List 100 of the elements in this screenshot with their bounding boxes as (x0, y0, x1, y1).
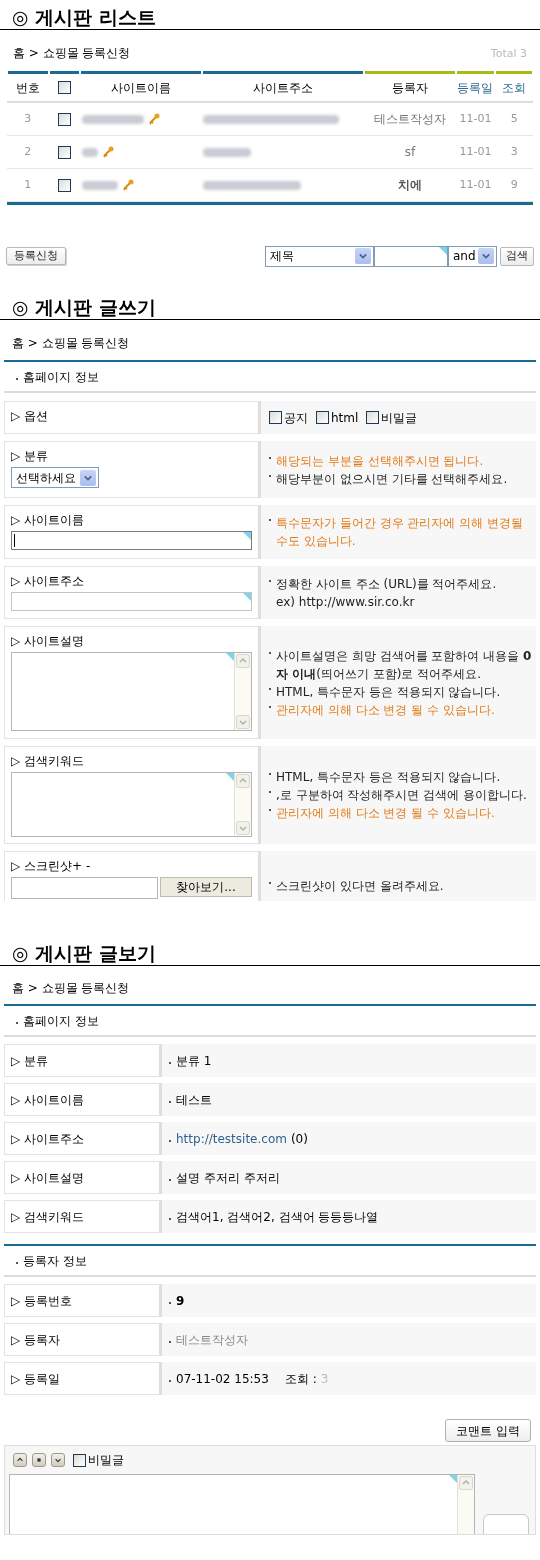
text-cursor (14, 534, 15, 547)
help-text: 관리자에 의해 다소 변경 될 수 있습니다. (276, 701, 495, 719)
scrollbar[interactable] (234, 653, 251, 730)
scroll-down-icon (236, 821, 250, 835)
scroll-down-icon (236, 715, 250, 729)
author-name: 치에 (396, 177, 423, 194)
scrollbar[interactable] (457, 1475, 474, 1534)
field-label: ▷ 사이트이름 (11, 1091, 85, 1109)
help-text: HTML, 특수문자 등은 적용되지 않습니다. (276, 769, 501, 786)
help-text: 정확한 사이트 주소 (URL)를 적어주세요. (276, 575, 497, 593)
visit-count: (0) (290, 1130, 308, 1148)
select-field[interactable]: 제목 (265, 245, 374, 267)
expand-up-button[interactable] (13, 1453, 27, 1467)
chevron-icon (355, 248, 371, 264)
scroll-up-icon (236, 654, 250, 668)
field-label: ▷ 사이트이름 (11, 513, 86, 528)
section-title: 등록자 정보 (23, 1252, 87, 1270)
corner-icon (226, 653, 234, 661)
reset-size-button[interactable] (32, 1453, 46, 1467)
site-link[interactable]: http://testsite.com (176, 1129, 287, 1148)
help-text: ,로 구분하여 작성해주시면 검색에 용이합니다. (276, 787, 527, 804)
field-label: ▷ 스크린샷+ - (11, 859, 92, 874)
checkbox[interactable] (73, 1453, 86, 1467)
column-header: 사이트이름 (111, 79, 171, 97)
browse-button[interactable]: 찾아보기... (160, 877, 252, 897)
total-count: Total 3 (490, 45, 527, 62)
help-text: 해당부분이 없으시면 기타를 선택해주세요. (276, 470, 508, 488)
section-title: 홈페이지 정보 (23, 368, 99, 386)
view-count: 9 (509, 176, 519, 193)
reset-size-icon (35, 1456, 43, 1464)
view-count: 3 (509, 143, 519, 160)
blurred-site-name (82, 180, 119, 190)
textarea-field[interactable] (11, 652, 252, 731)
chevron-icon (80, 469, 96, 486)
scrollbar[interactable] (234, 773, 251, 836)
corner-icon (449, 1475, 457, 1483)
textarea-field[interactable] (9, 1474, 475, 1534)
scroll-up-icon (236, 774, 250, 788)
checkbox[interactable] (58, 112, 72, 126)
column-header: 사이트주소 (252, 79, 313, 97)
page-title: ◎ 게시판 리스트 (12, 8, 156, 27)
field-label: ▷ 검색키워드 (11, 1208, 85, 1226)
comment-button[interactable]: 코맨트 입력 (445, 1419, 531, 1442)
text-input-field[interactable] (11, 531, 252, 550)
column-sort-link[interactable]: 등록일 (457, 78, 494, 97)
expand-down-icon (54, 1456, 62, 1464)
column-header: 번호 (15, 79, 40, 97)
field-label: ▷ 등록일 (11, 1370, 61, 1388)
author-name: 테스트작성자 (372, 111, 447, 128)
checkbox[interactable] (316, 411, 329, 424)
search-button[interactable]: 검색 (500, 246, 534, 266)
breadcrumb: 홈 > 쇼핑몰 등록신청 (13, 45, 131, 62)
checkbox[interactable] (58, 178, 72, 192)
field-value: 검색어1, 검색어2, 검색어 등등등나열 (176, 1208, 379, 1226)
help-text: 관리자에 의해 다소 변경 될 수 있습니다. (276, 805, 495, 822)
key-icon (102, 146, 115, 158)
field-label: ▷ 사이트주소 (11, 1130, 85, 1148)
corner-icon (226, 773, 234, 781)
textarea-field[interactable] (11, 772, 252, 837)
help-text: ex) http://www.sir.co.kr (276, 593, 415, 611)
date-cell-text: 11-01 (458, 143, 493, 160)
option-label: 비밀글 (381, 409, 418, 427)
key-icon (148, 113, 161, 125)
author-name: sf (403, 144, 417, 161)
field-label: ▷ 사이트설명 (11, 634, 86, 649)
field-value: 테스트작성자 (176, 1331, 248, 1349)
date-cell-text: 11-01 (458, 176, 493, 193)
expand-down-button[interactable] (51, 1453, 65, 1467)
select-field[interactable]: and (448, 245, 497, 267)
field-label: ▷ 분류 (11, 1052, 49, 1070)
breadcrumb: 홈 > 쇼핑몰 등록신청 (12, 335, 130, 352)
row-number: 2 (23, 143, 33, 160)
blurred-site-name (82, 147, 99, 157)
search-field[interactable] (374, 245, 448, 267)
checkbox[interactable] (58, 81, 72, 94)
option-label: html (331, 409, 359, 427)
blurred-site-name (82, 114, 145, 124)
column-sort-link[interactable]: 조회 (502, 78, 527, 97)
date-cell-text: 11-01 (458, 110, 493, 127)
register-button[interactable]: 등록신청 (6, 247, 66, 265)
expand-up-icon (16, 1456, 24, 1464)
checkbox[interactable] (58, 145, 72, 159)
corner-icon (243, 593, 251, 601)
select-field[interactable]: 선택하세요 (11, 467, 99, 488)
field-value: 분류 1 (176, 1052, 212, 1070)
field-value: 테스트 (176, 1091, 212, 1109)
text-input-field[interactable] (11, 592, 252, 611)
file-path-field[interactable] (11, 877, 158, 899)
column-header: 등록자 (391, 79, 428, 97)
help-text: 사이트설명은 희망 검색어를 포함하여 내용을 0자 이내(띄어쓰기 포함)로 적어주세요. (276, 647, 532, 683)
field-label: ▷ 옵션 (11, 409, 50, 424)
checkbox[interactable] (269, 411, 282, 424)
breadcrumb: 홈 > 쇼핑몰 등록신청 (12, 980, 130, 997)
field-value: 설명 주저리 주저리 (176, 1169, 280, 1187)
field-label: ▷ 등록번호 (11, 1292, 73, 1310)
checkbox[interactable] (366, 411, 380, 424)
field-label: ▷ 분류 (11, 449, 50, 464)
help-text: 해당되는 부분을 선택해주시면 됩니다. (276, 452, 484, 470)
scroll-up-icon (459, 1476, 473, 1490)
page-title: ◎ 게시판 글쓰기 (12, 298, 156, 317)
